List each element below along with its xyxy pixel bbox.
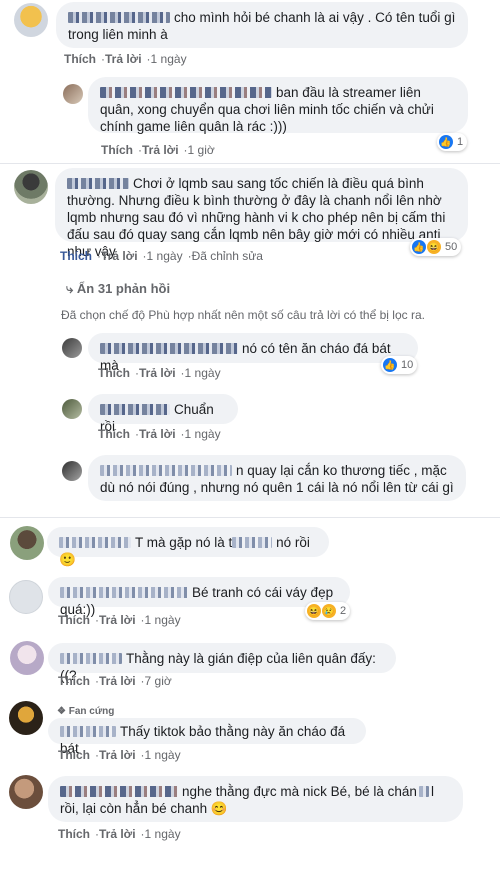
comment-bubble: nghe thằng đực mà nick Bé, bé là chán l r…: [48, 776, 463, 822]
comment-actions: Thích ·Trả lời ·1 ngày ·Đã chỉnh sửa: [60, 249, 263, 263]
comment-bubble: Bé tranh có cái váy đẹp quá:)): [48, 577, 350, 617]
like-button[interactable]: Thích: [58, 613, 90, 627]
comment-bubble: n quay lại cắn ko thương tiếc , mặc dù n…: [88, 455, 466, 501]
reply-button[interactable]: Trả lời: [99, 674, 136, 688]
reaction-summary[interactable]: 👍 1: [437, 133, 468, 151]
timestamp[interactable]: 1 ngày: [145, 613, 181, 627]
avatar[interactable]: [10, 526, 44, 560]
like-button[interactable]: Thích: [64, 52, 96, 66]
reply-button[interactable]: Trả lời: [139, 366, 176, 380]
divider: [0, 517, 500, 518]
comment-bubble: ban đầu là streamer liên quân, xong chuy…: [88, 77, 468, 134]
avatar[interactable]: [9, 775, 43, 809]
divider: [0, 163, 500, 164]
comment-actions: Thích ·Trả lời ·7 giờ: [58, 674, 172, 688]
reply-button[interactable]: Trả lời: [139, 427, 176, 441]
avatar[interactable]: [62, 338, 82, 358]
comment-bubble: Chơi ở lqmb sau sang tốc chiến là điều q…: [55, 168, 468, 259]
comment-bubble: nó có tên ăn cháo đá bát mà: [88, 333, 418, 373]
comment-actions: Thích ·Trả lời ·1 ngày: [64, 52, 187, 66]
comment-actions: Thích ·Trả lời ·1 ngày: [58, 827, 181, 841]
filter-notice: Đã chọn chế độ Phù hợp nhất nên một số c…: [61, 308, 425, 322]
comment-bubble: T mà gặp nó là t nó rồi 🙂: [47, 527, 329, 567]
comment-bubble: Thằng này là gián điệp của liên quân đấy…: [48, 643, 396, 683]
reply-button[interactable]: Trả lời: [142, 143, 179, 157]
reply-button[interactable]: Trả lời: [99, 748, 136, 762]
fan-badge: ❖ Fan cứng: [57, 706, 115, 717]
reply-arrow-icon: ⤷: [66, 281, 77, 296]
avatar[interactable]: [9, 701, 43, 735]
timestamp[interactable]: 1 ngày: [185, 427, 221, 441]
reply-button[interactable]: Trả lời: [105, 52, 142, 66]
haha-icon: 😆: [427, 240, 441, 254]
comment-bubble: Chuẩn rồi: [88, 394, 238, 434]
comment-actions: Thích ·Trả lời ·1 ngày: [58, 748, 181, 762]
avatar[interactable]: [63, 84, 83, 104]
timestamp[interactable]: 1 ngày: [151, 52, 187, 66]
sad-icon: 😢: [322, 604, 336, 618]
like-button[interactable]: Thích: [58, 674, 90, 688]
haha-icon: 😆: [307, 604, 321, 618]
comment-text: còn hẳn bé chanh 😊: [99, 801, 228, 816]
like-button[interactable]: Thích: [58, 748, 90, 762]
comment-text: nghe thằng đực mà nick Bé, bé là chán: [182, 784, 417, 799]
comment-bubble: Thấy tiktok bảo thằng này ăn cháo đá bát: [48, 718, 366, 756]
like-icon: 👍: [412, 240, 426, 254]
like-button[interactable]: Thích: [60, 249, 92, 263]
comment-text: Chơi ở lqmb sau sang tốc chiến là điều q…: [133, 176, 424, 191]
reply-button[interactable]: Trả lời: [101, 249, 138, 263]
avatar[interactable]: [62, 399, 82, 419]
hide-replies-button[interactable]: ⤷ Ẩn 31 phản hồi: [66, 281, 170, 297]
comment-actions: Thích ·Trả lời ·1 ngày: [58, 613, 181, 627]
comment-actions: Thích ·Trả lời ·1 giờ: [101, 143, 215, 157]
reply-button[interactable]: Trả lời: [99, 827, 136, 841]
comment-actions: Thích ·Trả lời ·1 ngày: [98, 366, 221, 380]
comment-text: T mà gặp nó là t: [135, 535, 233, 550]
edited-label: Đã chỉnh sửa: [191, 249, 263, 263]
like-button[interactable]: Thích: [98, 366, 130, 380]
like-button[interactable]: Thích: [58, 827, 90, 841]
reaction-summary[interactable]: 👍 😆 50: [410, 238, 462, 256]
reply-button[interactable]: Trả lời: [99, 613, 136, 627]
timestamp[interactable]: 1 ngày: [185, 366, 221, 380]
timestamp[interactable]: 1 ngày: [147, 249, 183, 263]
timestamp[interactable]: 1 giờ: [188, 143, 215, 157]
badge-icon: ❖: [57, 706, 69, 717]
like-button[interactable]: Thích: [101, 143, 133, 157]
like-button[interactable]: Thích: [98, 427, 130, 441]
like-icon: 👍: [439, 135, 453, 149]
avatar[interactable]: [62, 461, 82, 481]
comment-text: nó nói đúng , nhưng nó quên 1 cái là nó …: [118, 480, 454, 495]
like-icon: 👍: [383, 358, 397, 372]
timestamp[interactable]: 1 ngày: [145, 827, 181, 841]
timestamp[interactable]: 7 giờ: [145, 674, 172, 688]
reaction-summary[interactable]: 👍 10: [381, 356, 418, 374]
reaction-summary[interactable]: 😆 😢 2: [305, 602, 351, 620]
avatar[interactable]: [10, 641, 44, 675]
avatar[interactable]: [14, 170, 48, 204]
comment-bubble: cho mình hỏi bé chanh là ai vậy . Có tên…: [56, 2, 468, 48]
avatar[interactable]: [14, 3, 48, 37]
comment-actions: Thích ·Trả lời ·1 ngày: [98, 427, 221, 441]
timestamp[interactable]: 1 ngày: [145, 748, 181, 762]
avatar[interactable]: [9, 580, 43, 614]
